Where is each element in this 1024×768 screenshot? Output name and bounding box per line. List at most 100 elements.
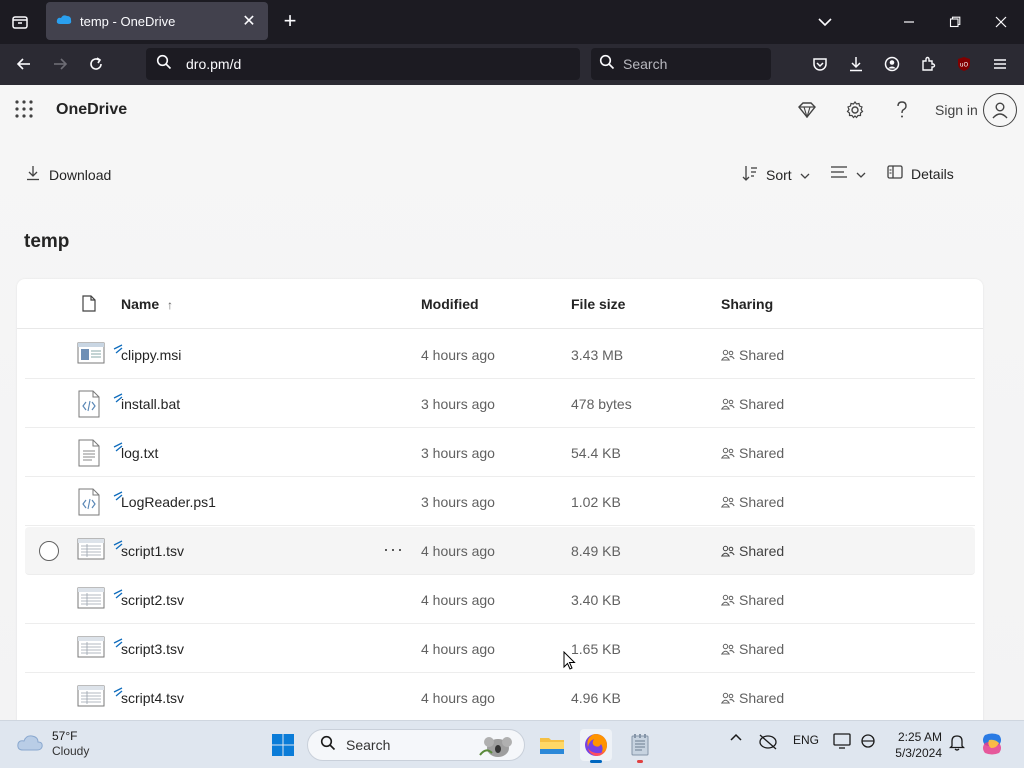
forward-arrow-icon[interactable] — [46, 50, 74, 78]
file-row[interactable]: script4.tsv 4 hours ago 4.96 KB Shared — [25, 674, 975, 722]
sort-button[interactable]: Sort — [742, 165, 810, 184]
file-size: 1.02 KB — [571, 494, 621, 510]
weather-widget[interactable]: 57°F Cloudy — [16, 729, 89, 759]
file-name[interactable]: log.txt — [121, 445, 158, 461]
show-hidden-icons-chevron-icon[interactable] — [726, 733, 746, 741]
notification-bell-icon[interactable] — [946, 733, 968, 751]
list-all-tabs-chevron-icon[interactable] — [810, 8, 840, 36]
user-avatar-icon[interactable] — [983, 93, 1017, 127]
file-explorer-icon[interactable] — [536, 729, 568, 761]
file-row[interactable]: script3.tsv 4 hours ago 1.65 KB Shared — [25, 625, 975, 673]
search-highlight-koala-icon — [478, 733, 514, 764]
help-question-icon[interactable] — [890, 98, 914, 122]
minimize-window-icon[interactable] — [894, 8, 924, 36]
file-row[interactable]: install.bat 3 hours ago 478 bytes Shared — [25, 380, 975, 428]
file-sharing[interactable]: Shared — [721, 592, 784, 608]
spreadsheet-file-icon — [77, 684, 105, 712]
search-icon — [320, 735, 336, 756]
people-icon — [721, 496, 735, 508]
file-sharing[interactable]: Shared — [721, 543, 784, 559]
file-sharing[interactable]: Shared — [721, 396, 784, 412]
account-icon[interactable] — [878, 50, 906, 78]
view-options-button[interactable] — [830, 165, 866, 182]
file-sharing[interactable]: Shared — [721, 347, 784, 363]
cloud-weather-icon — [16, 732, 44, 757]
file-list-header: Name ↑ Modified File size Sharing — [17, 279, 983, 329]
file-sharing[interactable]: Shared — [721, 690, 784, 706]
download-button[interactable]: Download — [25, 165, 111, 184]
file-name[interactable]: script1.tsv — [121, 543, 184, 559]
address-bar[interactable]: dro.pm/d — [146, 48, 580, 80]
menu-hamburger-icon[interactable] — [986, 50, 1014, 78]
download-label: Download — [49, 166, 112, 183]
windows-start-icon[interactable] — [271, 733, 295, 757]
network-disconnected-icon[interactable] — [757, 733, 779, 751]
file-name[interactable]: clippy.msi — [121, 347, 181, 363]
back-arrow-icon[interactable] — [10, 50, 38, 78]
copilot-icon[interactable] — [978, 731, 1006, 757]
app-launcher-waffle-icon[interactable] — [14, 99, 34, 119]
file-row[interactable]: script2.tsv 4 hours ago 3.40 KB Shared — [25, 576, 975, 624]
system-clock[interactable]: 2:25 AM 5/3/2024 — [890, 729, 942, 761]
ublock-origin-icon[interactable]: uO — [950, 50, 978, 78]
file-name[interactable]: script3.tsv — [121, 641, 184, 657]
close-window-icon[interactable] — [986, 8, 1016, 36]
file-name[interactable]: script4.tsv — [121, 690, 184, 706]
people-icon — [721, 643, 735, 655]
premium-diamond-icon[interactable] — [795, 98, 819, 122]
taskbar-search-box[interactable]: Search — [307, 729, 525, 761]
extensions-icon[interactable] — [914, 50, 942, 78]
file-size: 478 bytes — [571, 396, 632, 412]
file-row[interactable]: LogReader.ps1 3 hours ago 1.02 KB Shared — [25, 478, 975, 526]
file-list: Name ↑ Modified File size Sharing clippy… — [17, 279, 983, 724]
column-header-name[interactable]: Name ↑ — [121, 296, 173, 312]
more-actions-ellipsis-icon[interactable]: ··· — [383, 539, 404, 560]
battery-power-icon[interactable] — [858, 733, 878, 749]
firefox-taskbar-icon[interactable] — [580, 729, 612, 763]
file-modified: 3 hours ago — [421, 445, 495, 461]
details-label: Details — [911, 165, 954, 182]
new-tab-button[interactable]: + — [278, 8, 302, 36]
file-sharing[interactable]: Shared — [721, 641, 784, 657]
browser-search-field[interactable]: Search — [591, 48, 771, 80]
file-type-column-icon[interactable] — [82, 295, 96, 317]
file-name[interactable]: LogReader.ps1 — [121, 494, 216, 510]
file-row[interactable]: log.txt 3 hours ago 54.4 KB Shared — [25, 429, 975, 477]
svg-text:uO: uO — [960, 62, 969, 69]
file-name[interactable]: install.bat — [121, 396, 180, 412]
file-name[interactable]: script2.tsv — [121, 592, 184, 608]
file-sharing[interactable]: Shared — [721, 445, 784, 461]
file-modified: 4 hours ago — [421, 641, 495, 657]
sign-in-link[interactable]: Sign in — [935, 102, 978, 118]
tab-list-icon[interactable] — [6, 8, 34, 36]
file-row-hovered[interactable]: script1.tsv ··· 4 hours ago 8.49 KB Shar… — [25, 527, 975, 575]
details-button[interactable]: Details — [887, 165, 954, 182]
input-language[interactable]: ENG — [790, 733, 822, 747]
downloads-icon[interactable] — [842, 50, 870, 78]
spreadsheet-file-icon — [77, 635, 105, 663]
restore-window-icon[interactable] — [940, 8, 970, 36]
display-monitor-icon[interactable] — [832, 733, 852, 749]
clock-time: 2:25 AM — [897, 730, 942, 744]
tab-title: temp - OneDrive — [80, 13, 176, 29]
column-header-file-size[interactable]: File size — [571, 296, 625, 312]
settings-gear-icon[interactable] — [843, 98, 867, 122]
file-row[interactable]: clippy.msi 4 hours ago 3.43 MB Shared — [25, 331, 975, 379]
people-icon — [721, 545, 735, 557]
close-tab-icon[interactable]: ✕ — [240, 11, 258, 31]
people-icon — [721, 398, 735, 410]
app-title[interactable]: OneDrive — [56, 101, 127, 119]
notepad-app-icon[interactable] — [624, 729, 656, 763]
browser-tab-active[interactable]: temp - OneDrive ✕ — [46, 2, 268, 40]
sharing-status: Shared — [739, 543, 785, 559]
sharing-status: Shared — [739, 445, 785, 461]
taskbar-search-placeholder: Search — [346, 737, 391, 753]
column-header-sharing[interactable]: Sharing — [721, 296, 773, 312]
reload-icon[interactable] — [82, 50, 110, 78]
column-header-modified[interactable]: Modified — [421, 296, 479, 312]
weather-condition: Cloudy — [52, 744, 90, 758]
pocket-icon[interactable] — [806, 50, 834, 78]
row-select-checkbox[interactable] — [39, 541, 59, 561]
people-icon — [721, 447, 735, 459]
file-sharing[interactable]: Shared — [721, 494, 784, 510]
